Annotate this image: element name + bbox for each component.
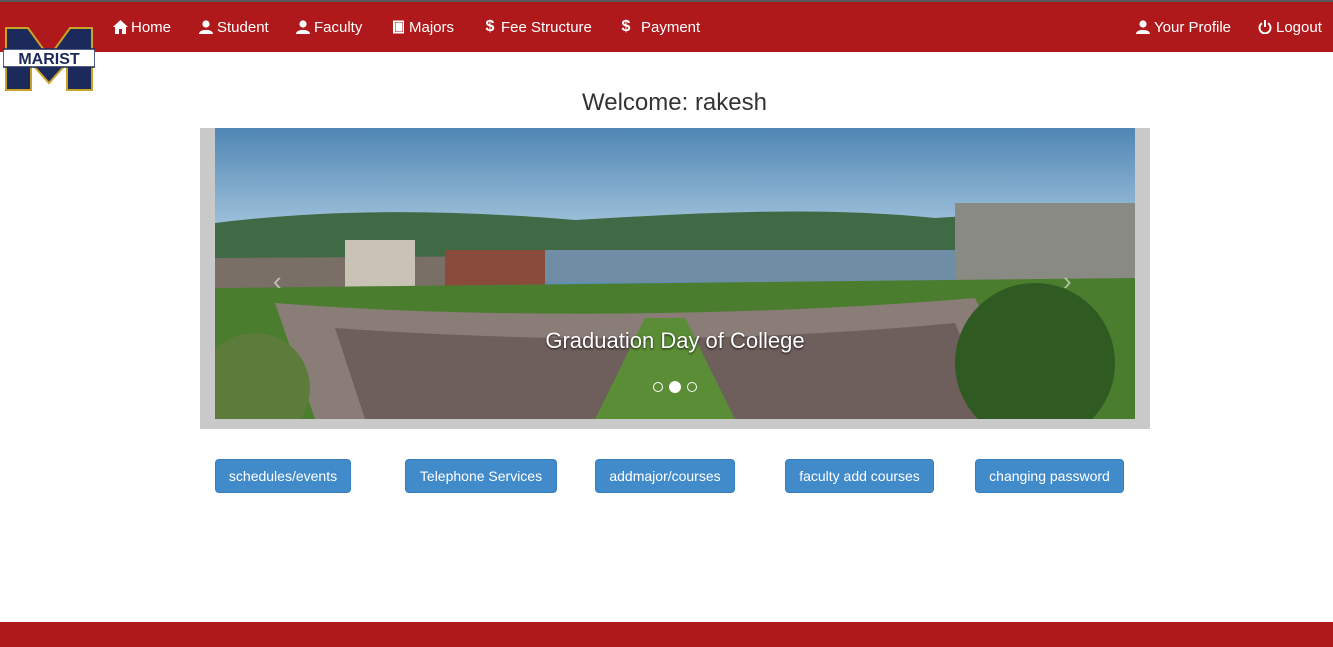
home-icon: [112, 19, 128, 35]
nav-student[interactable]: Student: [198, 2, 269, 52]
nav-payment[interactable]: $ Payment: [614, 2, 701, 52]
nav-majors-label: Majors: [409, 18, 455, 36]
dollar-icon: $: [621, 18, 631, 35]
carousel-next-icon[interactable]: ›: [1063, 268, 1072, 294]
nav-logout-label: Logout: [1276, 18, 1322, 36]
image-carousel: ‹ › Graduation Day of College: [200, 128, 1150, 429]
nav-fee-structure[interactable]: $ Fee Structure: [482, 2, 592, 52]
user-icon: [198, 19, 214, 35]
nav-payment-label: Payment: [641, 18, 701, 36]
nav-fee-structure-label: Fee Structure: [501, 18, 592, 36]
carousel-indicator-1[interactable]: [653, 382, 663, 392]
faculty-add-courses-button[interactable]: faculty add courses: [785, 459, 934, 493]
nav-your-profile[interactable]: Your Profile: [1135, 2, 1231, 52]
book-icon: [390, 19, 406, 35]
carousel-indicator-2[interactable]: [669, 381, 681, 393]
power-icon: [1257, 19, 1273, 35]
nav-home-label: Home: [131, 18, 172, 36]
dollar-icon: $: [485, 18, 495, 35]
user-icon: [1135, 19, 1151, 35]
user-icon: [295, 19, 311, 35]
nav-home[interactable]: Home: [112, 2, 171, 52]
carousel-caption: Graduation Day of College: [545, 328, 805, 353]
telephone-services-button[interactable]: Telephone Services: [405, 459, 557, 493]
footer-bar: [0, 622, 1333, 647]
nav-faculty[interactable]: Faculty: [295, 2, 362, 52]
carousel-slide-image: ‹ › Graduation Day of College: [215, 128, 1135, 419]
nav-student-label: Student: [217, 18, 269, 36]
changing-password-button[interactable]: changing password: [975, 459, 1124, 493]
nav-faculty-label: Faculty: [314, 18, 363, 36]
nav-majors[interactable]: Majors: [390, 2, 454, 52]
schedules-events-button[interactable]: schedules/events: [215, 459, 351, 493]
carousel-indicator-3[interactable]: [687, 382, 697, 392]
marist-logo[interactable]: MARIST: [2, 27, 96, 92]
carousel-prev-icon[interactable]: ‹: [273, 268, 282, 294]
carousel-indicators: [215, 381, 1135, 393]
addmajor-courses-button[interactable]: addmajor/courses: [595, 459, 735, 493]
nav-logout[interactable]: Logout: [1257, 2, 1322, 52]
nav-your-profile-label: Your Profile: [1154, 18, 1231, 36]
top-navbar: Home Student Faculty Majors $ Fee Struct…: [0, 2, 1333, 52]
logo-text: MARIST: [18, 51, 80, 68]
welcome-heading: Welcome: rakesh: [582, 89, 767, 116]
